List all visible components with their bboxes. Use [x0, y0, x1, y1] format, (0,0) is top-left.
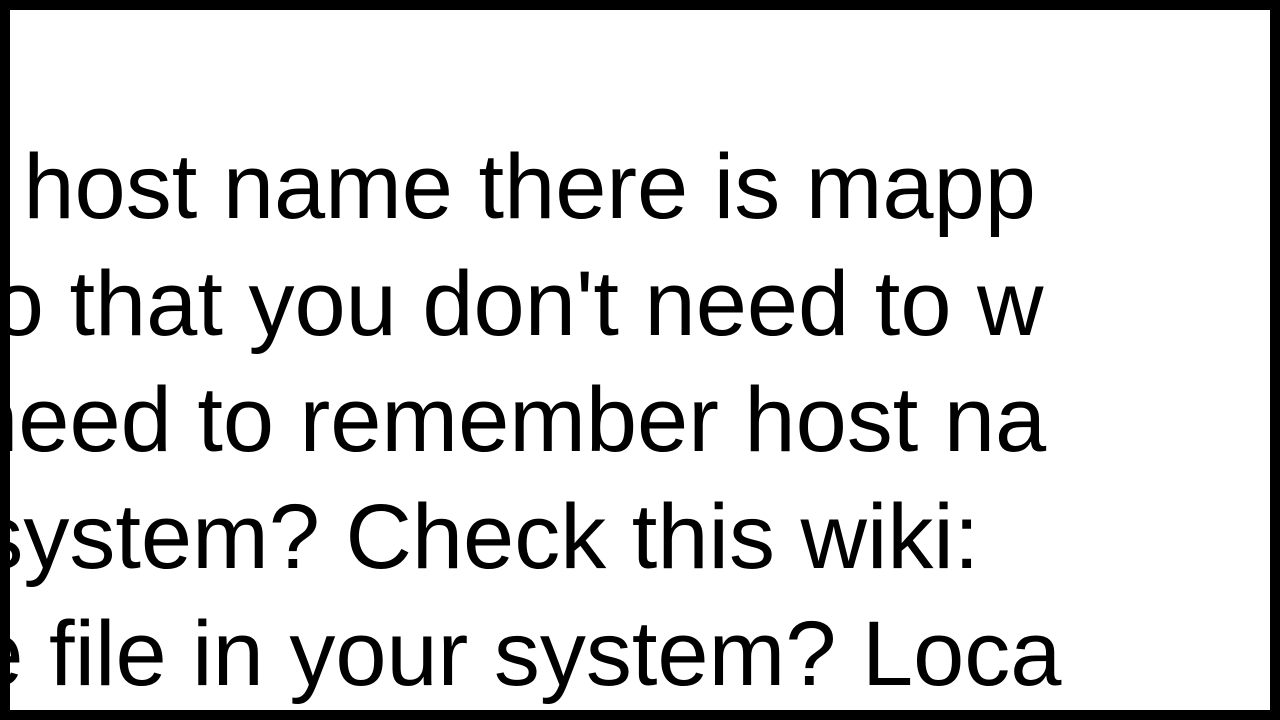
cropped-text-block: ery host name there is mapp n so that yo… [0, 12, 1097, 720]
text-line-2: n so that you don't need to w [0, 253, 1044, 355]
text-line-5: the file in your system? Loca [0, 603, 1061, 705]
document-frame: ery host name there is mapp n so that yo… [0, 0, 1280, 720]
text-line-1: ery host name there is mapp [0, 136, 1036, 238]
text-line-4: ur system? Check this wiki: [0, 486, 1005, 588]
text-line-3: st need to remember host na [0, 369, 1046, 471]
